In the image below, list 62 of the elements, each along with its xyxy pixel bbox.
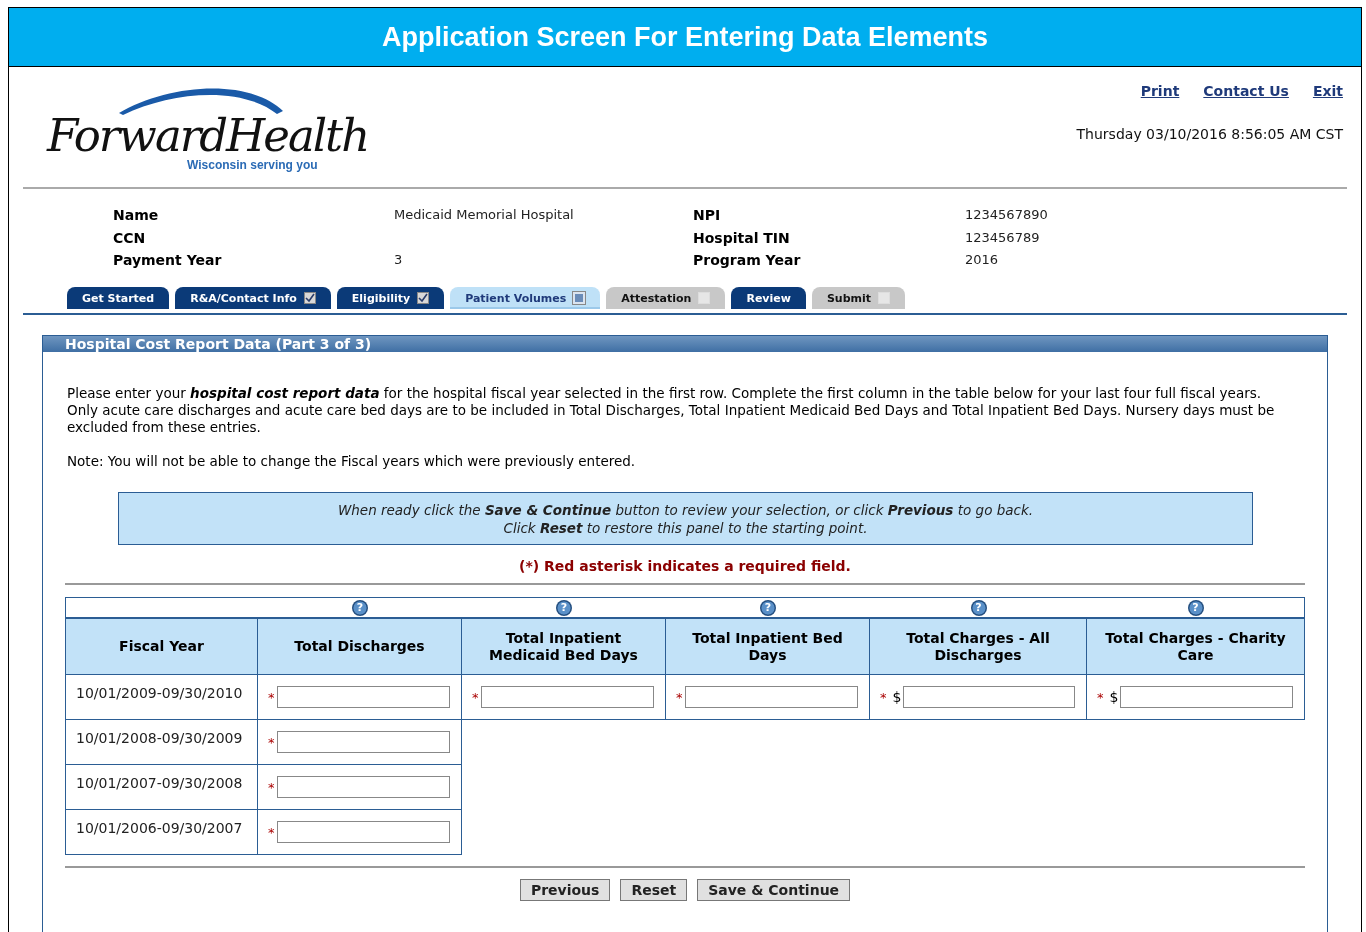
column-header: Total Charges - All Discharges <box>870 619 1087 675</box>
nav-tab[interactable]: Attestation <box>606 287 726 309</box>
input-field[interactable] <box>480 686 654 708</box>
currency-sign: $ <box>892 689 902 705</box>
required-asterisk: * <box>268 689 275 705</box>
required-asterisk: * <box>268 734 275 750</box>
field-label: Name <box>113 207 160 225</box>
nav-tab[interactable]: R&A/Contact Info <box>175 287 331 309</box>
input-field[interactable] <box>276 776 450 798</box>
input-field[interactable] <box>276 821 450 843</box>
required-asterisk: * <box>268 779 275 795</box>
nav-tab[interactable]: Get Started <box>67 287 170 309</box>
column-header: Total Inpatient Bed Days <box>666 619 870 675</box>
table-cell: 10/01/2006-09/30/2007 <box>65 810 258 855</box>
input-field[interactable] <box>1120 686 1293 708</box>
currency-sign: $ <box>1109 689 1119 705</box>
logo-tagline: Wisconsin serving you <box>187 159 318 171</box>
required-asterisk: * <box>268 824 275 840</box>
field-label: Hospital TIN <box>693 229 791 248</box>
required-asterisk: * <box>472 689 479 705</box>
field-label: CCN <box>113 229 147 248</box>
page-title: Application Screen For Entering Data Elements <box>381 21 989 53</box>
note-text: Note: You will not be able to change the Fiscal years which were previously entered. <box>67 453 637 469</box>
table-cell: 10/01/2008-09/30/2009 <box>65 720 258 765</box>
form-button[interactable]: Reset <box>620 879 688 901</box>
required-asterisk: * <box>880 689 887 705</box>
field-value: 123456789 <box>965 229 1041 247</box>
input-field[interactable] <box>903 686 1075 708</box>
field-label: Payment Year <box>113 252 223 271</box>
column-header: Total Charges - Charity Care <box>1087 619 1305 675</box>
form-button[interactable]: Previous <box>519 879 611 901</box>
info-text: Click Reset to restore this panel to the starting point. <box>502 519 869 537</box>
panel-title: Hospital Cost Report Data (Part 3 of 3) <box>65 336 372 352</box>
input-field[interactable] <box>684 686 858 708</box>
column-header: Total Discharges <box>258 619 462 675</box>
field-value: 3 <box>394 252 404 270</box>
table-cell: 10/01/2007-09/30/2008 <box>65 765 258 810</box>
required-asterisk: * <box>676 689 683 705</box>
field-value: Medicaid Memorial Hospital <box>394 207 575 224</box>
nav-tab[interactable]: Submit <box>811 287 906 309</box>
header-link[interactable]: Exit <box>1312 83 1343 99</box>
input-field[interactable] <box>276 731 450 753</box>
table-cell: 10/01/2009-09/30/2010 <box>65 675 258 720</box>
field-value: 1234567890 <box>965 207 1049 224</box>
info-text: When ready click the Save & Continue button to review your selection, or click Previous to go back. <box>336 501 1035 519</box>
required-asterisk: * <box>1097 689 1104 705</box>
form-button[interactable]: Save & Continue <box>697 879 851 901</box>
nav-tab[interactable]: Patient Volumes <box>450 287 601 309</box>
required-legend: (*) Red asterisk indicates a required field. <box>65 558 1305 574</box>
column-header: Total Inpatient Medicaid Bed Days <box>462 619 666 675</box>
header-link[interactable]: Print <box>1140 83 1180 99</box>
instructions-text: Please enter your hospital cost report data for the hospital fiscal year selected in the first row. Complete the first column in the table below for your last four full fiscal years. Only acute care discharges and acute care bed days are to be included in Total Discharges, Total Inpatient Medicaid Bed Days and Total Inpatient Bed Days. Nursery days must be excluded from these entries. <box>67 385 1276 436</box>
input-field[interactable] <box>276 686 450 708</box>
header-link[interactable]: Contact Us <box>1203 83 1289 99</box>
timestamp: Thursday 03/10/2016 8:56:05 AM CST <box>1076 126 1343 142</box>
column-header: Fiscal Year <box>65 619 258 675</box>
field-label: NPI <box>693 207 722 225</box>
logo-wordmark: ForwardHealth <box>47 113 369 159</box>
nav-tab[interactable]: Eligibility <box>336 287 445 309</box>
nav-tab[interactable]: Review <box>731 287 806 309</box>
field-value: 2016 <box>965 252 1000 270</box>
field-label: Program Year <box>693 252 802 271</box>
